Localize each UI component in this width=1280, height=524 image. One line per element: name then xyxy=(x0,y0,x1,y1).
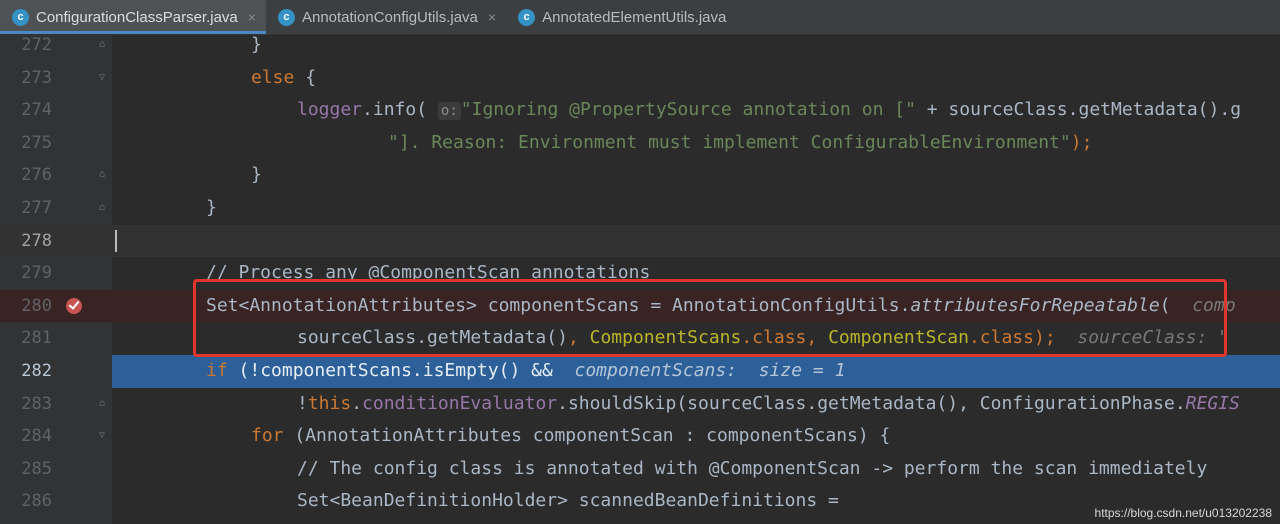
code-line-caret[interactable]: 278 xyxy=(0,224,1280,258)
line-number: 284 xyxy=(21,426,52,447)
line-number: 279 xyxy=(21,263,52,284)
code-line[interactable]: 273 ▽ else { xyxy=(0,62,1280,95)
code-line[interactable]: 275 "]. Reason: Environment must impleme… xyxy=(0,127,1280,160)
line-number: 286 xyxy=(21,491,52,512)
tab-label: AnnotationConfigUtils.java xyxy=(301,8,478,26)
line-number: 285 xyxy=(21,458,52,479)
line-number: 272 xyxy=(21,35,52,55)
line-number: 275 xyxy=(21,132,52,153)
line-number: 281 xyxy=(21,328,52,349)
line-number: 273 xyxy=(21,67,52,88)
tab-label: AnnotatedElementUtils.java xyxy=(542,8,727,26)
fold-icon[interactable]: ⌂ xyxy=(99,39,109,51)
java-class-icon: c xyxy=(12,8,29,26)
code-line[interactable]: 274 logger.info( o: "Ignoring @PropertySo… xyxy=(0,94,1280,127)
fold-icon[interactable]: ⌂ xyxy=(99,398,109,410)
fold-icon[interactable]: ▽ xyxy=(99,430,109,442)
java-class-icon: c xyxy=(518,8,536,26)
param-hint: o: xyxy=(437,102,461,121)
code-line-current-execution[interactable]: 282 if (!componentScans.isEmpty() && com… xyxy=(0,355,1280,388)
code-line[interactable]: 272 ⌂ } xyxy=(0,29,1280,62)
code-line[interactable]: 286 Set<BeanDefinitionHolder> scannedBea… xyxy=(0,485,1280,518)
text-caret xyxy=(115,229,117,252)
code-line[interactable]: 276 ⌂ } xyxy=(0,159,1280,192)
close-icon[interactable]: × xyxy=(248,9,256,25)
close-icon[interactable]: × xyxy=(488,9,496,25)
line-number: 276 xyxy=(21,165,52,186)
watermark: https://blog.csdn.net/u013202238 xyxy=(1094,506,1272,520)
fold-icon[interactable]: ▽ xyxy=(99,72,109,84)
code-line[interactable]: 284 ▽ for (AnnotationAttributes componen… xyxy=(0,420,1280,453)
java-class-icon: c xyxy=(277,8,295,26)
line-number: 283 xyxy=(21,393,52,414)
line-number: 277 xyxy=(21,198,52,218)
breakpoint-icon[interactable] xyxy=(66,297,82,314)
fold-icon[interactable]: ⌂ xyxy=(99,169,109,181)
code-line[interactable]: 277 ⌂ } xyxy=(0,192,1280,225)
line-number: 274 xyxy=(21,100,52,121)
code-line[interactable]: 285 // The config class is annotated wit… xyxy=(0,453,1280,486)
tab-label: ConfigurationClassParser.java xyxy=(36,8,238,26)
fold-icon[interactable]: ⌂ xyxy=(99,202,109,214)
line-number: 282 xyxy=(21,361,52,381)
code-line[interactable]: 283 ⌂ !this.conditionEvaluator.shouldSki… xyxy=(0,388,1280,421)
line-number: 278 xyxy=(21,230,52,251)
line-number: 280 xyxy=(21,295,52,316)
highlight-annotation-box xyxy=(193,279,1227,357)
